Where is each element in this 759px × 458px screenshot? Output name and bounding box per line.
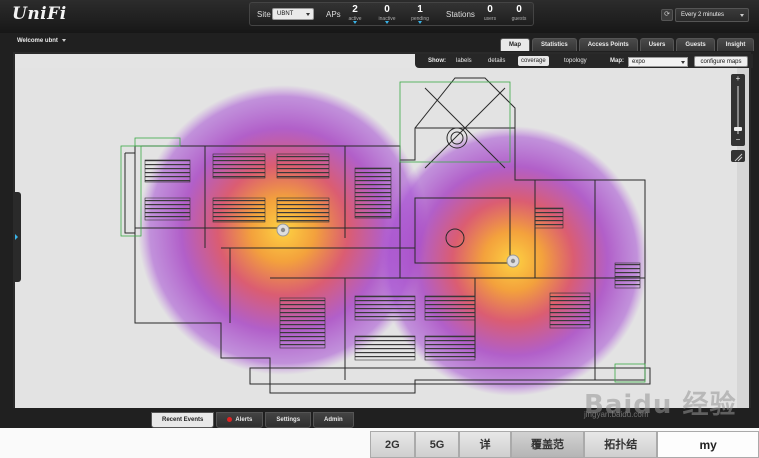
aps-active-count[interactable]: 2 [342,4,368,15]
site-select[interactable]: UBNT [272,8,314,20]
map-select-value: expo [632,59,646,65]
tab-insight[interactable]: Insight [716,38,755,51]
chevron-down-icon [306,13,310,16]
alert-dot-icon [227,416,233,422]
tab-5g[interactable]: 5G [414,431,460,458]
welcome-text: Welcome ubnt [17,38,58,44]
tab-map[interactable]: Map [500,38,530,51]
chevron-down-icon [681,61,685,64]
show-details-toggle[interactable]: details [485,56,508,66]
refresh-icon: ⟳ [664,11,670,18]
main-nav-tabs: Map Statistics Access Points Users Guest… [500,38,755,51]
tab-details-cn[interactable]: 详细 [459,431,511,458]
map-label: Map: [610,58,624,64]
tab-guests[interactable]: Guests [676,38,715,51]
tab-2g[interactable]: 2G [370,431,415,458]
tab-alerts[interactable]: Alerts [216,412,264,428]
aps-label: APs [326,10,341,19]
aps-pending-count[interactable]: 1 [407,4,433,15]
welcome-menu[interactable]: Welcome ubnt [17,38,66,44]
stations-users-sub: users [483,16,497,22]
show-label: Show: [428,58,446,64]
stations-users-count[interactable]: 0 [477,4,503,15]
refresh-interval-select[interactable]: Every 2 minutes [675,8,749,22]
site-label: Site [257,10,271,19]
caret-down-icon [385,21,389,24]
tab-coverage-cn[interactable]: 覆盖范围 [510,431,585,458]
show-labels-toggle[interactable]: labels [453,56,475,66]
resize-handle[interactable] [731,150,745,162]
zoom-thumb[interactable] [734,127,742,132]
configure-maps-button[interactable]: configure maps [694,56,748,67]
tab-settings[interactable]: Settings [265,412,312,428]
bottom-panel-tabs: Recent Events Alerts Settings Admin [151,412,354,428]
overlay-view-tabs: 2G 5G 详细 覆盖范围 拓扑结构 my home [370,431,759,458]
side-panel-toggle[interactable] [13,192,21,282]
chevron-down-icon [740,14,744,17]
top-header: UniFi Site UBNT APs 2 active 0 inactive … [0,0,759,33]
chevron-right-icon [15,234,18,240]
stations-guests-sub: guests [511,16,527,22]
zoom-slider[interactable]: + − [731,74,745,146]
refresh-interval-value: Every 2 minutes [681,12,725,18]
access-point-marker[interactable] [506,254,520,268]
tab-users[interactable]: Users [639,38,675,51]
tab-topology-cn[interactable]: 拓扑结构 [584,431,658,458]
caret-down-icon [353,21,357,24]
floor-plan-coverage-map[interactable] [15,68,749,408]
tab-access-points[interactable]: Access Points [578,38,638,51]
tab-alerts-label: Alerts [235,417,253,423]
chevron-down-icon [61,38,66,42]
tab-admin[interactable]: Admin [313,412,354,428]
map-view[interactable]: Show: labels details coverage topology M… [13,52,753,408]
baidu-watermark: Baidu 经验 jingyan.baidu.com [584,380,754,420]
unifi-controller-app: UniFi Site UBNT APs 2 active 0 inactive … [0,0,759,458]
stations-guests-count[interactable]: 0 [506,4,532,15]
refresh-button[interactable]: ⟳ [661,9,673,21]
site-stats-bar: Site UBNT APs 2 active 0 inactive 1 pend… [249,2,534,26]
map-select[interactable]: expo [628,57,688,67]
zoom-in-icon[interactable]: + [731,74,745,84]
stations-label: Stations [446,10,475,19]
resize-icon [734,153,743,162]
tab-my-home[interactable]: my home [657,431,759,458]
site-select-value: UBNT [277,11,294,17]
map-toolbar: Show: labels details coverage topology M… [415,54,753,68]
tab-statistics[interactable]: Statistics [532,38,577,51]
show-coverage-toggle[interactable]: coverage [518,56,549,66]
access-point-marker[interactable] [276,223,290,237]
baidu-watermark-url: jingyan.baidu.com [584,410,649,419]
tab-recent-events[interactable]: Recent Events [151,412,215,428]
zoom-out-icon[interactable]: − [731,135,745,145]
caret-down-icon [418,21,422,24]
unifi-logo: UniFi [12,4,67,24]
aps-inactive-count[interactable]: 0 [374,4,400,15]
show-topology-toggle[interactable]: topology [561,56,590,66]
